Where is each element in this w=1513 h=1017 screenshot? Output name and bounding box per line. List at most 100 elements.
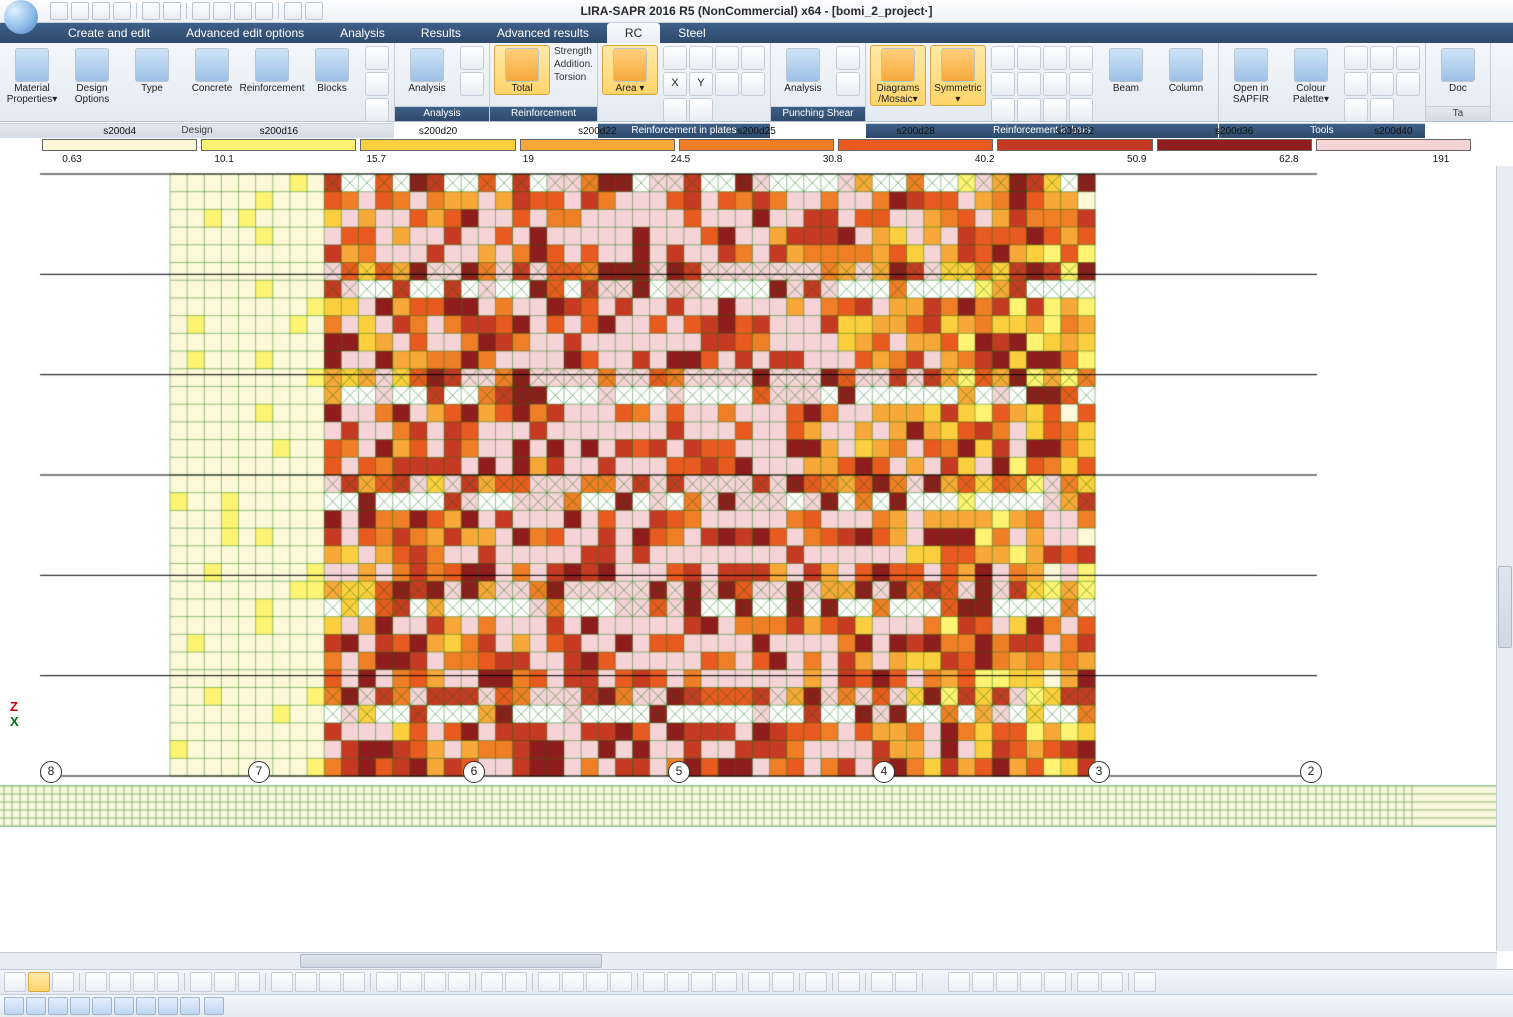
paste-button[interactable] (214, 972, 236, 992)
view-perp-button[interactable] (376, 972, 398, 992)
bars-b8-icon[interactable] (1069, 72, 1093, 96)
filter-button[interactable] (271, 972, 293, 992)
tab-steel[interactable]: Steel (660, 23, 723, 43)
plate-p7-icon[interactable] (663, 98, 687, 122)
rotate-button[interactable] (505, 972, 527, 992)
design-s2-icon[interactable] (365, 72, 389, 96)
mode-3-icon[interactable] (234, 2, 252, 20)
beam-button[interactable]: Beam (1098, 45, 1154, 95)
zoom-win-button[interactable] (295, 972, 317, 992)
w2-button[interactable] (26, 997, 46, 1015)
redo-icon[interactable] (163, 2, 181, 20)
pan-button[interactable] (343, 972, 365, 992)
dropdown2-icon[interactable] (305, 2, 323, 20)
sel-cross-button[interactable] (52, 972, 74, 992)
dropdown-icon[interactable] (71, 2, 89, 20)
bars-b12-icon[interactable] (1069, 98, 1093, 122)
w4-button[interactable] (70, 997, 90, 1015)
punchan-button[interactable]: Analysis (775, 45, 831, 95)
refresh-button[interactable] (1134, 972, 1156, 992)
bars-b6-icon[interactable] (1017, 72, 1041, 96)
type-button[interactable]: Type (124, 45, 180, 95)
mode-4-icon[interactable] (255, 2, 273, 20)
tab-adv[interactable]: Advanced edit options (168, 23, 322, 43)
iso-button[interactable] (481, 972, 503, 992)
link-button[interactable] (1101, 972, 1123, 992)
bars-b9-icon[interactable] (991, 98, 1015, 122)
sapfir-button[interactable]: Open inSAPFIR (1223, 45, 1279, 106)
highlight-button[interactable] (871, 972, 893, 992)
palette-button[interactable]: ColourPalette▾ (1283, 45, 1339, 106)
axis-x-button[interactable] (972, 972, 994, 992)
undo-icon[interactable] (142, 2, 160, 20)
tab-results[interactable]: Results (403, 23, 479, 43)
axis-xy-button[interactable] (1020, 972, 1042, 992)
reinf-opt-strength[interactable]: Strength (554, 45, 593, 58)
bars-b1-icon[interactable] (991, 46, 1015, 70)
plate-p4-icon[interactable] (741, 46, 765, 70)
grid-button[interactable] (562, 972, 584, 992)
beam-button[interactable] (109, 972, 131, 992)
tab-create[interactable]: Create and edit (50, 23, 168, 43)
bars-b10-icon[interactable] (1017, 98, 1041, 122)
bars-b4-icon[interactable] (1069, 46, 1093, 70)
flag-button[interactable] (610, 972, 632, 992)
copy-button[interactable] (190, 972, 212, 992)
w5-button[interactable] (92, 997, 112, 1015)
axis-xyz-button[interactable] (948, 972, 970, 992)
view-front-button[interactable] (424, 972, 446, 992)
analysis-a2-icon[interactable] (460, 72, 484, 96)
solid-button[interactable] (157, 972, 179, 992)
new-doc-icon[interactable] (50, 2, 68, 20)
sel-box-button[interactable] (4, 972, 26, 992)
plate-p5-icon[interactable] (715, 72, 739, 96)
render-3-button[interactable] (691, 972, 713, 992)
render-2-button[interactable] (667, 972, 689, 992)
design-s1-icon[interactable] (365, 46, 389, 70)
blocks-button[interactable]: Blocks (304, 45, 360, 95)
col-button[interactable]: Column (1158, 45, 1214, 95)
mode-2-icon[interactable] (213, 2, 231, 20)
punch-ps1-icon[interactable] (836, 46, 860, 70)
tools-t1-icon[interactable] (1344, 46, 1368, 70)
tools-t8-icon[interactable] (1370, 98, 1394, 122)
save-icon[interactable] (113, 2, 131, 20)
doc-button[interactable]: Doc (1430, 45, 1486, 95)
vertical-scrollbar[interactable] (1496, 166, 1513, 951)
area-button[interactable]: Area ▾ (602, 45, 658, 95)
tools-t3-icon[interactable] (1396, 46, 1420, 70)
w3-button[interactable] (48, 997, 68, 1015)
axis-xz-button[interactable] (996, 972, 1018, 992)
tab-advres[interactable]: Advanced results (479, 23, 607, 43)
sel-lasso-button[interactable] (28, 972, 50, 992)
w1-button[interactable] (4, 997, 24, 1015)
bars-b7-icon[interactable] (1043, 72, 1067, 96)
v-scroll-thumb[interactable] (1498, 566, 1512, 648)
plate-p6-icon[interactable] (741, 72, 765, 96)
plate-p2-icon[interactable] (689, 46, 713, 70)
zoom-ext-button[interactable] (319, 972, 341, 992)
tools-t7-icon[interactable] (1344, 98, 1368, 122)
dopt-button[interactable]: DesignOptions (64, 45, 120, 106)
tab-rc[interactable]: RC (607, 23, 660, 43)
pencil-button[interactable] (895, 972, 917, 992)
zoom-in-button[interactable] (748, 972, 770, 992)
total-button[interactable]: Total (494, 45, 550, 95)
measure-button[interactable] (805, 972, 827, 992)
render-1-button[interactable] (643, 972, 665, 992)
delete-button[interactable] (238, 972, 260, 992)
h-scroll-thumb[interactable] (300, 954, 602, 968)
bars-b2-icon[interactable] (1017, 46, 1041, 70)
concrete-button[interactable]: Concrete (184, 45, 240, 95)
view-side-button[interactable] (448, 972, 470, 992)
analysis-a1-icon[interactable] (460, 46, 484, 70)
w7-button[interactable] (136, 997, 156, 1015)
punch-ps2-icon[interactable] (836, 72, 860, 96)
plate-button[interactable] (133, 972, 155, 992)
tab-analysis[interactable]: Analysis (322, 23, 403, 43)
w6-button[interactable] (114, 997, 134, 1015)
bars-b5-icon[interactable] (991, 72, 1015, 96)
tools-t4-icon[interactable] (1344, 72, 1368, 96)
plate-p3-icon[interactable] (715, 46, 739, 70)
reinf-opt-addition.[interactable]: Addition. (554, 58, 593, 71)
